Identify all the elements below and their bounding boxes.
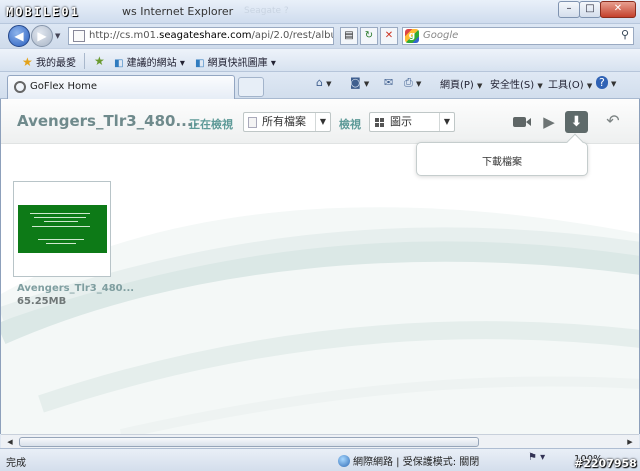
compatibility-view-icon[interactable]: ▤ <box>340 27 358 45</box>
help-icon: ? <box>596 76 608 89</box>
mail-button[interactable]: ✉ <box>384 76 393 89</box>
video-thumbnail[interactable] <box>13 181 111 277</box>
new-tab-button[interactable] <box>238 77 264 97</box>
protected-mode-icon[interactable]: ⚑ ▾ <box>528 452 545 463</box>
search-icon[interactable]: ⚲ <box>621 28 629 41</box>
scroll-left-icon[interactable]: ◀ <box>3 436 17 448</box>
web-slice-icon: ◧ <box>195 58 205 69</box>
search-box[interactable]: g Google ⚲ <box>402 27 634 45</box>
viewing-label: 正在檢視 <box>189 118 233 131</box>
network-zone: 網際網路 | 受保護模式: 關閉 <box>338 453 479 468</box>
url-suffix: /api/2.0/rest/albums/c <box>251 30 333 41</box>
chevron-down-icon: ▼ <box>315 113 330 131</box>
address-row: ◀ ▶ ▼ http://cs.m01.seagateshare.com/api… <box>0 24 640 48</box>
window-titlebar: MOBILE01 ws Internet Explorer Seagate ? … <box>0 0 640 24</box>
home-button[interactable]: ⌂ ▼ <box>316 76 332 89</box>
chevron-down-icon: ▼ <box>439 113 454 131</box>
url-domain: seagateshare.com <box>159 30 252 41</box>
add-favorite-icon[interactable]: ★ <box>94 54 105 68</box>
home-icon: ⌂ <box>316 76 323 89</box>
tab-goflex-home[interactable]: GoFlex Home <box>7 75 235 99</box>
tools-menu[interactable]: 工具(O) ▼ <box>548 76 592 91</box>
star-icon: ★ <box>22 55 33 69</box>
tab-title: GoFlex Home <box>30 81 98 92</box>
view-label: 檢視 <box>339 118 361 131</box>
recent-pages-icon[interactable]: ▼ <box>55 32 60 40</box>
view-mode-value: 圖示 <box>390 115 412 128</box>
video-camera-icon[interactable] <box>511 112 533 132</box>
scrollbar-thumb[interactable] <box>19 437 479 447</box>
download-tooltip-text: 下載檔案 <box>482 157 522 168</box>
url-prefix: http://cs.m01. <box>89 30 160 41</box>
page-menu[interactable]: 網頁(P) ▼ <box>440 76 482 91</box>
file-filter-value: 所有檔案 <box>262 115 306 128</box>
window-title-ghost: Seagate ? <box>244 6 289 16</box>
separator <box>84 53 85 69</box>
status-text: 完成 <box>6 458 26 469</box>
search-placeholder: Google <box>423 30 459 41</box>
item-filename[interactable]: Avengers_Tlr3_480... <box>17 283 134 294</box>
scroll-right-icon[interactable]: ▶ <box>623 436 637 448</box>
back-arrow-icon[interactable]: ↶ <box>605 112 621 132</box>
maximize-button[interactable]: □ <box>579 1 601 18</box>
file-icon <box>248 117 257 128</box>
thumbnail-preview <box>18 205 107 253</box>
refresh-icon[interactable]: ↻ <box>360 27 378 45</box>
close-button[interactable]: ✕ <box>600 1 636 18</box>
download-icon[interactable]: ⬇ <box>565 111 588 133</box>
view-mode-select[interactable]: 圖示 ▼ <box>369 112 455 132</box>
watermark: #2207958 <box>574 457 637 470</box>
web-slice-gallery-link[interactable]: ◧ 網頁快訊圖庫 ▾ <box>195 54 276 69</box>
favorites-bar: ★ 我的最愛 ★ ◧ 建議的網站 ▾ ◧ 網頁快訊圖庫 ▾ <box>0 48 640 72</box>
mobile01-logo: MOBILE01 <box>6 5 80 19</box>
suggested-sites-icon: ◧ <box>114 58 124 69</box>
printer-icon: ⎙ <box>404 76 413 89</box>
item-filesize: 65.25MB <box>17 296 67 307</box>
forward-button[interactable]: ▶ <box>31 25 53 47</box>
feeds-button[interactable]: ◙ ▼ <box>350 76 369 89</box>
download-tooltip: 下載檔案 <box>416 133 588 176</box>
file-filter-select[interactable]: 所有檔案 ▼ <box>243 112 331 132</box>
status-bar: 完成 網際網路 | 受保護模式: 關閉 ⚑ ▾ 100% <box>0 448 640 471</box>
stop-icon[interactable]: ✕ <box>380 27 398 45</box>
help-button[interactable]: ? ▼ <box>596 76 616 89</box>
play-icon[interactable]: ▶ <box>541 112 557 132</box>
suggested-sites-link[interactable]: ◧ 建議的網站 ▾ <box>114 54 185 69</box>
print-button[interactable]: ⎙ ▼ <box>404 76 421 90</box>
google-icon: g <box>405 29 419 43</box>
back-button[interactable]: ◀ <box>8 25 30 47</box>
favorites-button[interactable]: ★ 我的最愛 <box>22 54 76 69</box>
address-input[interactable]: http://cs.m01.seagateshare.com/api/2.0/r… <box>68 27 334 45</box>
page-content: Avengers_Tlr3_480.... 正在檢視 所有檔案 ▼ 檢視 圖示 … <box>0 99 640 434</box>
goflex-favicon-icon <box>14 81 26 93</box>
mail-icon: ✉ <box>384 76 394 89</box>
content-toolbar: Avengers_Tlr3_480.... 正在檢視 所有檔案 ▼ 檢視 圖示 … <box>1 99 639 144</box>
safety-menu[interactable]: 安全性(S) ▼ <box>490 76 543 91</box>
grid-icon <box>375 118 384 127</box>
globe-icon <box>338 455 350 467</box>
file-title: Avengers_Tlr3_480.... <box>17 112 199 130</box>
page-icon <box>73 30 85 42</box>
minimize-button[interactable]: – <box>558 1 580 18</box>
window-title: ws Internet Explorer <box>122 5 234 18</box>
feed-icon: ◙ <box>350 76 361 89</box>
horizontal-scrollbar[interactable]: ◀ ▶ <box>1 434 639 448</box>
